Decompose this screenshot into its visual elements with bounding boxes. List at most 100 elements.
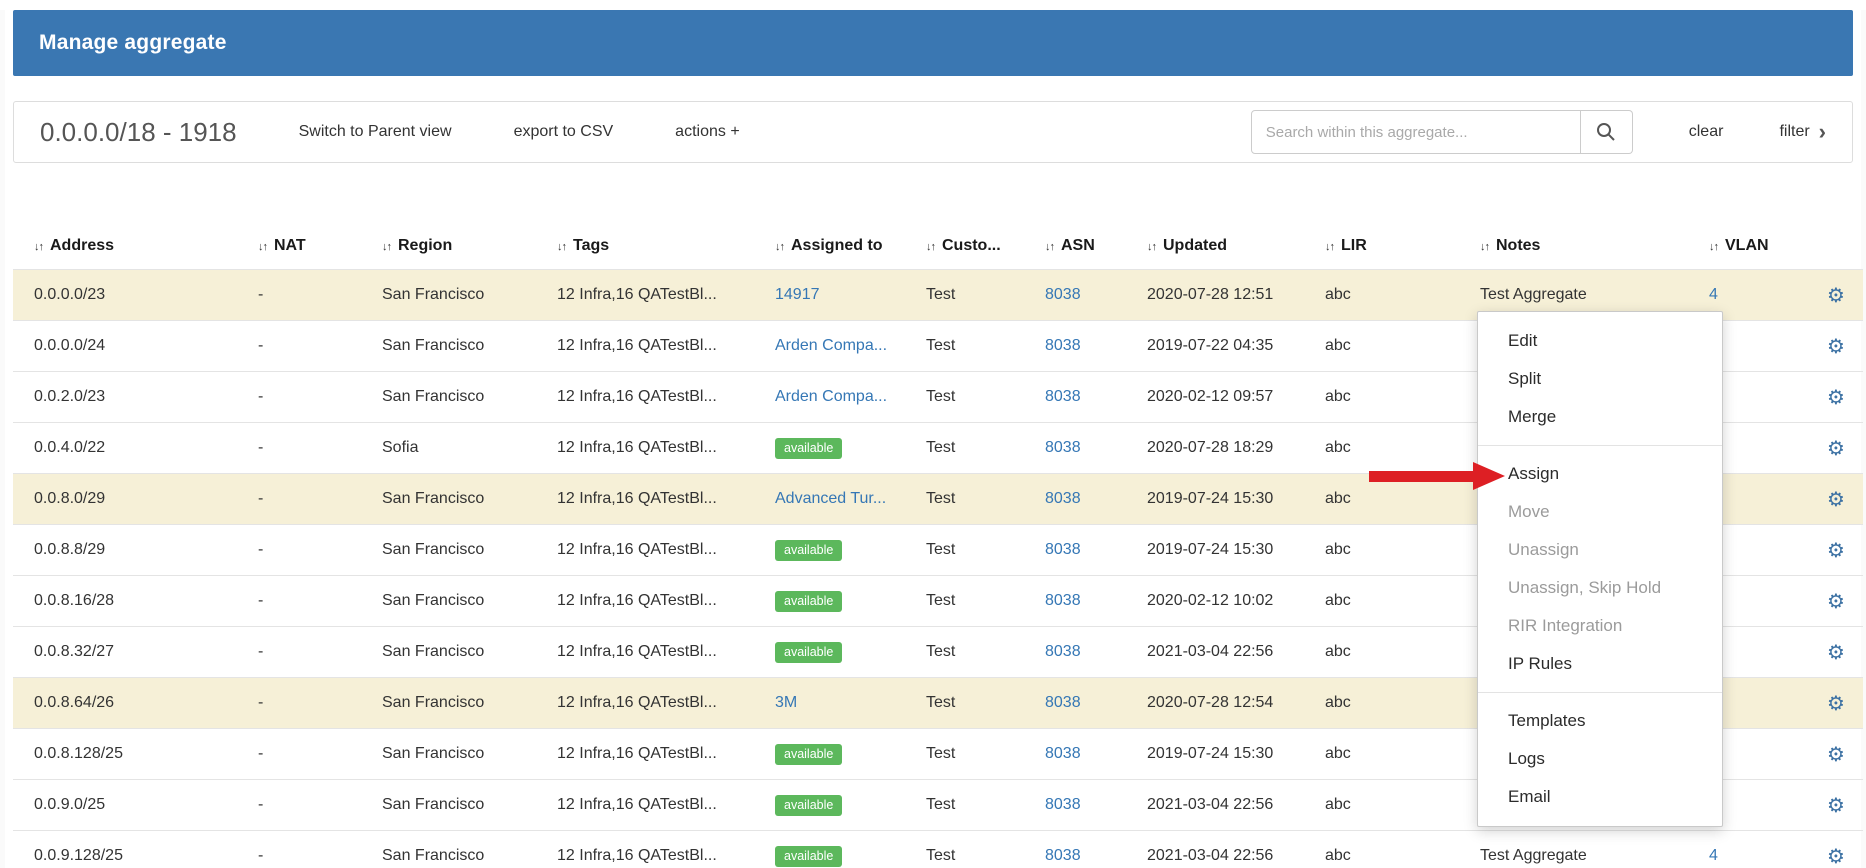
column-label: VLAN xyxy=(1725,237,1769,254)
cell-customer: Test xyxy=(926,627,1045,678)
cell-updated: 2019-07-24 15:30 xyxy=(1147,525,1325,576)
menu-item-logs[interactable]: Logs xyxy=(1478,740,1722,778)
cell-customer: Test xyxy=(926,525,1045,576)
column-header-region[interactable]: ↓↑Region xyxy=(382,231,557,270)
cell-actions: ⚙ xyxy=(1809,270,1863,321)
cell-tags: 12 Infra,16 QATestBl... xyxy=(557,780,775,831)
assigned-link[interactable]: Arden Compa... xyxy=(775,388,887,405)
column-header-nat[interactable]: ↓↑NAT xyxy=(258,231,382,270)
gear-icon[interactable]: ⚙ xyxy=(1827,693,1845,715)
asn-link[interactable]: 8038 xyxy=(1045,439,1081,456)
cell-vlan xyxy=(1709,627,1809,678)
search-input[interactable] xyxy=(1251,110,1581,154)
sort-icon: ↓↑ xyxy=(34,241,43,253)
asn-link[interactable]: 8038 xyxy=(1045,643,1081,660)
export-csv-link[interactable]: export to CSV xyxy=(514,123,614,141)
clear-link[interactable]: clear xyxy=(1689,123,1724,141)
asn-link[interactable]: 8038 xyxy=(1045,337,1081,354)
column-header-lir[interactable]: ↓↑LIR xyxy=(1325,231,1480,270)
column-header-vlan[interactable]: ↓↑VLAN xyxy=(1709,231,1809,270)
cell-nat: - xyxy=(258,831,382,868)
menu-item-email[interactable]: Email xyxy=(1478,778,1722,816)
column-header-tags[interactable]: ↓↑Tags xyxy=(557,231,775,270)
status-badge: available xyxy=(775,642,842,663)
column-label: Address xyxy=(50,237,114,254)
filter-label: filter xyxy=(1779,123,1809,141)
assigned-link[interactable]: 3M xyxy=(775,694,797,711)
asn-link[interactable]: 8038 xyxy=(1045,541,1081,558)
gear-icon[interactable]: ⚙ xyxy=(1827,438,1845,460)
vlan-link[interactable]: 4 xyxy=(1709,286,1718,303)
filter-link[interactable]: filter › xyxy=(1779,121,1826,143)
status-badge: available xyxy=(775,438,842,459)
assigned-link[interactable]: 14917 xyxy=(775,286,820,303)
menu-item-merge[interactable]: Merge xyxy=(1478,398,1722,436)
cell-asn: 8038 xyxy=(1045,729,1147,780)
cell-customer: Test xyxy=(926,321,1045,372)
cell-region: San Francisco xyxy=(382,576,557,627)
menu-item-edit[interactable]: Edit xyxy=(1478,322,1722,360)
cell-address: 0.0.8.32/27 xyxy=(13,627,258,678)
cell-region: San Francisco xyxy=(382,372,557,423)
asn-link[interactable]: 8038 xyxy=(1045,745,1081,762)
cell-actions: ⚙ xyxy=(1809,627,1863,678)
asn-link[interactable]: 8038 xyxy=(1045,286,1081,303)
menu-item-ip-rules[interactable]: IP Rules xyxy=(1478,645,1722,683)
page-title: Manage aggregate xyxy=(39,31,227,55)
asn-link[interactable]: 8038 xyxy=(1045,592,1081,609)
asn-link[interactable]: 8038 xyxy=(1045,847,1081,864)
vlan-link[interactable]: 4 xyxy=(1709,847,1718,864)
column-header-notes[interactable]: ↓↑Notes xyxy=(1480,231,1709,270)
gear-icon[interactable]: ⚙ xyxy=(1827,285,1845,307)
cell-lir: abc xyxy=(1325,678,1480,729)
chevron-right-icon: › xyxy=(1819,121,1826,143)
switch-parent-view-link[interactable]: Switch to Parent view xyxy=(299,123,452,141)
cell-assigned: available xyxy=(775,576,926,627)
toolbar: 0.0.0.0/18 - 1918 Switch to Parent view … xyxy=(13,101,1853,163)
column-header-custo[interactable]: ↓↑Custo... xyxy=(926,231,1045,270)
table-header-row: ↓↑ Address ↓↑NAT↓↑Region↓↑Tags↓↑Assigned t… xyxy=(13,231,1863,270)
menu-item-assign[interactable]: Assign xyxy=(1478,455,1722,493)
cell-address: 0.0.0.0/23 xyxy=(13,270,258,321)
actions-menu-link[interactable]: actions + xyxy=(675,123,739,141)
cell-assigned: available xyxy=(775,780,926,831)
cell-nat: - xyxy=(258,525,382,576)
gear-icon[interactable]: ⚙ xyxy=(1827,387,1845,409)
asn-link[interactable]: 8038 xyxy=(1045,796,1081,813)
cell-assigned: 14917 xyxy=(775,270,926,321)
asn-link[interactable]: 8038 xyxy=(1045,490,1081,507)
assigned-link[interactable]: Arden Compa... xyxy=(775,337,887,354)
cell-tags: 12 Infra,16 QATestBl... xyxy=(557,474,775,525)
cell-customer: Test xyxy=(926,423,1045,474)
gear-icon[interactable]: ⚙ xyxy=(1827,846,1845,868)
table-row[interactable]: 0.0.9.128/25-San Francisco12 Infra,16 QA… xyxy=(13,831,1863,868)
cell-vlan xyxy=(1709,321,1809,372)
gear-icon[interactable]: ⚙ xyxy=(1827,489,1845,511)
cell-actions: ⚙ xyxy=(1809,525,1863,576)
assigned-link[interactable]: Advanced Tur... xyxy=(775,490,886,507)
column-header-assigned-to[interactable]: ↓↑Assigned to xyxy=(775,231,926,270)
cell-assigned: available xyxy=(775,423,926,474)
gear-icon[interactable]: ⚙ xyxy=(1827,336,1845,358)
gear-icon[interactable]: ⚙ xyxy=(1827,540,1845,562)
gear-icon[interactable]: ⚙ xyxy=(1827,795,1845,817)
column-header-asn[interactable]: ↓↑ASN xyxy=(1045,231,1147,270)
column-header-address[interactable]: ↓↑ Address xyxy=(13,231,258,270)
column-label: Updated xyxy=(1163,237,1227,254)
cell-nat: - xyxy=(258,372,382,423)
asn-link[interactable]: 8038 xyxy=(1045,388,1081,405)
column-header-updated[interactable]: ↓↑Updated xyxy=(1147,231,1325,270)
cell-nat: - xyxy=(258,627,382,678)
gear-icon[interactable]: ⚙ xyxy=(1827,744,1845,766)
gear-icon[interactable]: ⚙ xyxy=(1827,591,1845,613)
menu-item-split[interactable]: Split xyxy=(1478,360,1722,398)
menu-item-templates[interactable]: Templates xyxy=(1478,702,1722,740)
cell-tags: 12 Infra,16 QATestBl... xyxy=(557,678,775,729)
cell-region: San Francisco xyxy=(382,270,557,321)
cell-tags: 12 Infra,16 QATestBl... xyxy=(557,372,775,423)
asn-link[interactable]: 8038 xyxy=(1045,694,1081,711)
cell-region: San Francisco xyxy=(382,321,557,372)
cell-vlan xyxy=(1709,729,1809,780)
gear-icon[interactable]: ⚙ xyxy=(1827,642,1845,664)
search-button[interactable] xyxy=(1581,110,1633,154)
